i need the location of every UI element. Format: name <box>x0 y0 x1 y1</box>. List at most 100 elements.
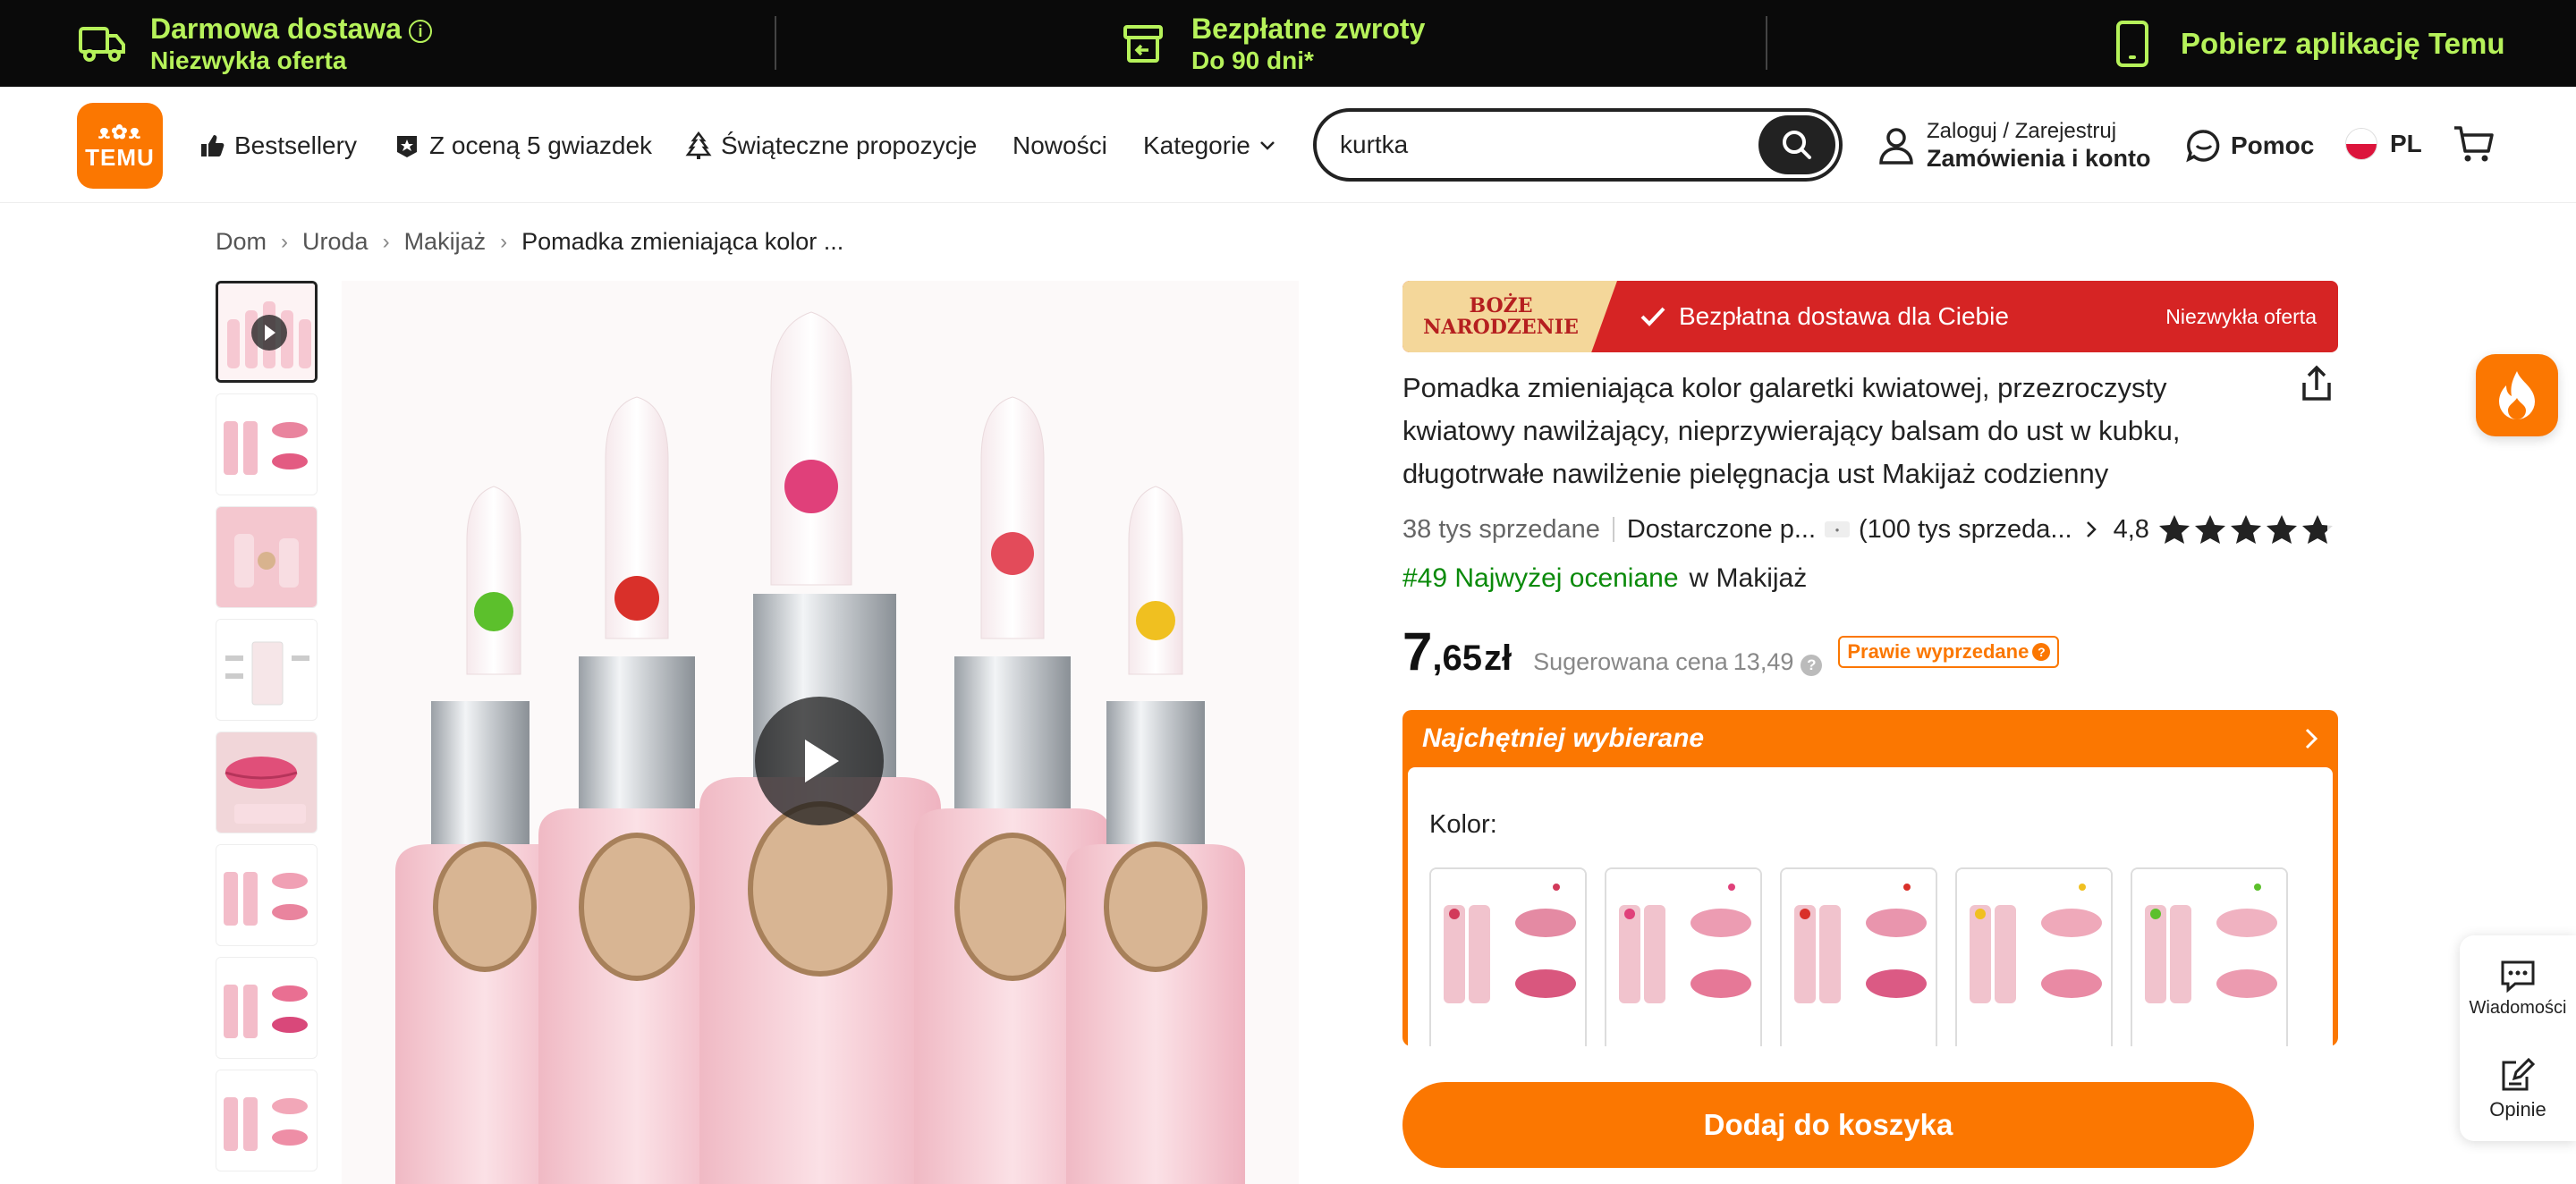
free-returns-promo[interactable]: Bezpłatne zwroty Do 90 dni* <box>1118 0 1425 87</box>
account-orders-text: Zamówienia i konto <box>1927 145 2151 172</box>
question-icon: ? <box>2032 642 2051 661</box>
nav-holiday-label: Świąteczne propozycje <box>721 131 978 159</box>
flame-icon <box>2499 371 2535 419</box>
star-icon <box>2230 515 2261 544</box>
ranking[interactable]: #49 Najwyżej oceniane w Makijaż <box>1402 563 1807 594</box>
delivered-by[interactable]: Dostarczone p... <box>1627 515 1816 545</box>
christmas-badge-line1: BOŻE <box>1469 294 1533 317</box>
thumbnail-image[interactable] <box>216 957 318 1059</box>
color-swatch[interactable] <box>1605 867 1762 1046</box>
play-icon <box>805 740 839 782</box>
rating-value: 4,8 <box>2113 514 2149 544</box>
phone-icon <box>2107 19 2157 69</box>
reviews-label: Opinie <box>2489 1098 2546 1121</box>
rank-category: w Makijaż <box>1689 563 1808 593</box>
color-swatch[interactable] <box>1780 867 1937 1046</box>
add-to-cart-button[interactable]: Dodaj do koszyka <box>1402 1082 2254 1168</box>
chevron-right-icon[interactable] <box>2085 520 2097 539</box>
popular-choice-title: Najchętniej wybierane <box>1422 723 1705 753</box>
flame-button[interactable] <box>2476 354 2558 436</box>
site-header: ᴥ✿ᴥ TEMU Bestsellery Z oceną 5 gwiazdek … <box>0 87 2576 203</box>
almost-sold-out-badge[interactable]: Prawie wyprzedane ? <box>1838 635 2060 668</box>
search-input[interactable] <box>1340 126 1733 164</box>
price-integer: 7 <box>1402 622 1433 681</box>
nav-bestsellers[interactable]: Bestsellery <box>199 128 357 164</box>
free-returns-sub: Do 90 dni* <box>1191 46 1314 74</box>
chat-bubble-icon <box>2186 130 2220 163</box>
poland-flag-icon <box>2345 128 2377 160</box>
divider <box>775 16 776 70</box>
free-shipping-promo[interactable]: Darmowa dostawa i Niezwykła oferta <box>77 0 432 87</box>
logo-text: TEMU <box>85 143 155 171</box>
nav-categories-label: Kategorie <box>1143 131 1250 159</box>
get-app-promo[interactable]: Pobierz aplikację Temu <box>2107 0 2505 87</box>
christmas-tree-icon <box>685 131 712 159</box>
review-edit-icon <box>2502 1057 2536 1091</box>
nav-bestsellers-label: Bestsellery <box>234 131 357 159</box>
play-video-button[interactable] <box>755 697 884 825</box>
breadcrumb-current: Pomadka zmieniająca kolor ... <box>521 228 844 255</box>
thumbnail-image[interactable] <box>216 844 318 946</box>
message-icon <box>2501 960 2535 993</box>
thumbnail-image[interactable] <box>216 619 318 721</box>
share-button[interactable] <box>2299 365 2334 407</box>
price-row: 7 ,65 zł Sugerowana cena 13,49 ? Prawie … <box>1402 621 2060 682</box>
thumbnail-list <box>216 281 318 1182</box>
chevron-right-icon <box>2305 728 2318 749</box>
thumbnail-video[interactable] <box>216 281 318 383</box>
nav-holiday[interactable]: Świąteczne propozycje <box>685 128 977 164</box>
help-link[interactable]: Pomoc <box>2186 128 2314 164</box>
account-login-text: Zaloguj / Zarejestruj <box>1927 119 2117 143</box>
free-returns-title: Bezpłatne zwroty <box>1191 12 1426 45</box>
breadcrumb-makeup[interactable]: Makijaż <box>404 228 487 256</box>
christmas-badge-line2: NARODZENIE <box>1423 316 1579 339</box>
cart-button[interactable] <box>2453 124 2494 168</box>
color-swatch[interactable] <box>2131 867 2288 1046</box>
star-icon <box>2194 515 2225 544</box>
thumbs-up-icon <box>201 135 225 156</box>
return-box-icon <box>1118 19 1168 69</box>
question-icon[interactable]: ? <box>1801 655 1823 676</box>
price-currency: zł <box>1483 639 1513 678</box>
product-stats: 38 tys sprzedane Dostarczone p... ● (100… <box>1402 512 2337 547</box>
offer-note: Niezwykła oferta <box>2165 304 2317 328</box>
thumbnail-image[interactable] <box>216 393 318 495</box>
user-icon <box>1879 128 1913 165</box>
promo-bar: Darmowa dostawa i Niezwykła oferta Bezpła… <box>0 0 2576 87</box>
account-menu[interactable]: Zaloguj / Zarejestruj Zamówienia i konto <box>1878 119 2151 173</box>
product-main-image[interactable] <box>342 281 1299 1184</box>
free-delivery-text: Bezpłatna dostawa dla Ciebie <box>1679 302 2009 330</box>
chevron-right-icon: › <box>382 229 390 254</box>
price-decimal: ,65 <box>1432 639 1482 678</box>
breadcrumb-beauty[interactable]: Uroda <box>302 228 369 256</box>
nav-five-stars-label: Z oceną 5 gwiazdek <box>429 131 653 159</box>
logo-mark: ᴥ✿ᴥ <box>97 120 142 143</box>
christmas-free-delivery-banner: BOŻE NARODZENIE Bezpłatna dostawa dla Ci… <box>1402 281 2338 352</box>
nav-new-label: Nowości <box>1013 131 1107 159</box>
search-button[interactable] <box>1758 115 1835 174</box>
get-app-text: Pobierz aplikację Temu <box>2181 26 2505 60</box>
thumbnail-image[interactable] <box>216 732 318 833</box>
info-icon[interactable]: i <box>408 19 432 43</box>
share-icon <box>2302 365 2331 401</box>
star-icon <box>2266 515 2297 544</box>
star-icon <box>2158 515 2190 544</box>
breadcrumb: Dom › Uroda › Makijaż › Pomadka zmieniaj… <box>216 228 843 256</box>
thumbnail-image[interactable] <box>216 506 318 608</box>
color-swatch[interactable] <box>1955 867 2113 1046</box>
color-swatch[interactable] <box>1429 867 1587 1046</box>
thumbnail-image[interactable] <box>216 1070 318 1171</box>
popular-choice-expand[interactable] <box>2284 710 2338 767</box>
reviews-button[interactable]: Opinie <box>2460 1057 2576 1121</box>
language-selector[interactable]: PL <box>2345 128 2422 160</box>
breadcrumb-home[interactable]: Dom <box>216 228 267 256</box>
store-sold-count[interactable]: (100 tys sprzeda... <box>1859 515 2072 545</box>
messages-button[interactable]: Wiadomości <box>2460 959 2576 1019</box>
nav-five-stars[interactable]: Z oceną 5 gwiazdek <box>394 128 652 164</box>
nav-categories[interactable]: Kategorie <box>1143 128 1275 164</box>
nav-new[interactable]: Nowości <box>1013 128 1107 164</box>
christmas-badge: BOŻE NARODZENIE <box>1402 281 1617 352</box>
star-badge-icon <box>397 136 417 157</box>
rating[interactable]: 4,8 <box>2114 514 2337 545</box>
temu-logo[interactable]: ᴥ✿ᴥ TEMU <box>77 103 163 189</box>
